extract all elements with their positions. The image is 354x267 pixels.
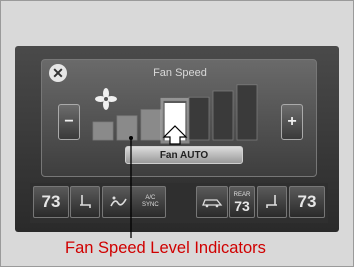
plus-label: +	[287, 113, 297, 130]
recirculation-button[interactable]	[196, 186, 228, 218]
passenger-seat-heat-button[interactable]	[257, 186, 287, 218]
driver-temp-tile[interactable]: 73	[33, 186, 69, 218]
ac-label: A/C	[145, 195, 156, 201]
fan-decrease-button[interactable]: −	[58, 104, 80, 140]
panel-title: Fan Speed	[153, 67, 207, 79]
fan-increase-button[interactable]: +	[281, 104, 303, 140]
fan-auto-button[interactable]: Fan AUTO	[125, 146, 243, 164]
driver-temp: 73	[41, 192, 61, 211]
fan-auto-label: Fan AUTO	[159, 149, 209, 161]
minus-label: −	[64, 113, 74, 130]
car-recirculation-icon	[202, 199, 223, 208]
sync-label: SYNC	[141, 202, 159, 208]
seat-icon	[266, 195, 277, 208]
ac-sync-tile[interactable]: A/C SYNC	[102, 186, 166, 218]
close-button[interactable]: ✕	[49, 64, 67, 82]
seat-icon	[80, 195, 91, 208]
rear-temp: 73	[234, 197, 250, 214]
fan-icon	[95, 88, 117, 110]
driver-seat-heat-button[interactable]	[70, 186, 100, 218]
passenger-temp-tile[interactable]: 73	[289, 186, 325, 218]
passenger-temp: 73	[297, 192, 317, 211]
rear-temp-tile[interactable]: REAR 73	[229, 186, 255, 218]
close-icon: ✕	[52, 64, 64, 81]
airflow-icon	[110, 196, 128, 207]
figure-caption: Fan Speed Level Indicators	[65, 239, 266, 257]
